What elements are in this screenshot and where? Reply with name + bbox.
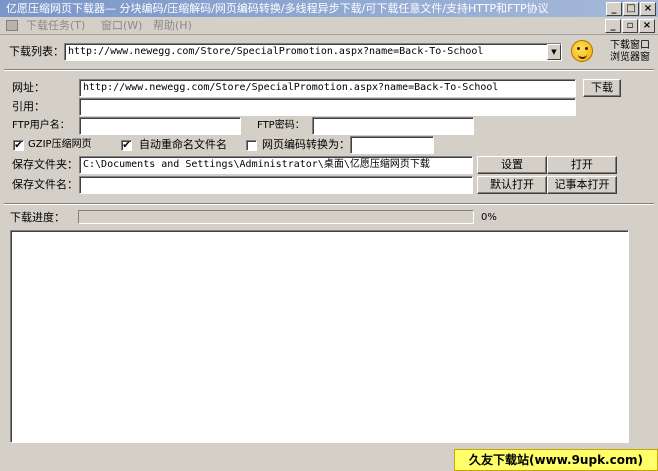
child-close-button[interactable]: × [639,19,655,33]
save-filename-input[interactable] [79,176,473,194]
menu-help[interactable]: 帮助(H) [153,19,192,33]
download-window-label[interactable]: 下载窗口 [610,40,650,52]
log-output-area[interactable] [10,230,629,443]
divider [4,69,654,71]
settings-button[interactable]: 设置 [477,156,547,174]
download-list-select[interactable]: http://www.newegg.com/Store/SpecialPromo… [64,43,562,61]
notepad-open-button[interactable]: 记事本打开 [547,176,617,194]
save-filename-label: 保存文件名： [12,178,78,191]
divider [4,203,654,205]
gzip-label: GZIP压缩网页 [28,139,92,150]
url-label: 网址： [12,81,45,94]
auto-rename-label: 自动重命名文件名 [139,138,227,151]
open-button[interactable]: 打开 [547,156,617,174]
minimize-button[interactable]: _ [606,2,622,16]
window-title: 亿愿压缩网页下载器— 分块编码/压缩解码/网页编码转换/多线程异步下载/可下载任… [6,2,549,15]
menu-bar: 下载任务(T) 窗口(W) 帮助(H) [0,17,658,35]
default-open-button[interactable]: 默认打开 [477,176,547,194]
maximize-button[interactable]: □ [623,2,639,16]
menu-download-tasks[interactable]: 下载任务(T) [26,19,85,33]
app-menu-icon[interactable] [6,20,18,31]
referer-input[interactable] [79,98,576,116]
menu-window[interactable]: 窗口(W) [101,19,142,33]
encoding-label: 网页编码转换为： [262,138,350,151]
ftp-password-label: FTP密码： [257,120,305,131]
close-button[interactable]: × [640,2,656,16]
referer-label: 引用： [12,100,45,113]
ftp-user-input[interactable] [79,117,241,135]
save-folder-input[interactable]: C:\Documents and Settings\Administrator\… [79,156,473,174]
child-minimize-button[interactable]: _ [605,19,621,33]
download-button[interactable]: 下载 [583,79,621,97]
browser-window-label[interactable]: 浏览器窗 [610,52,650,64]
child-restore-button[interactable]: ▫ [622,19,638,33]
url-input[interactable]: http://www.newegg.com/Store/SpecialPromo… [79,79,576,97]
save-folder-label: 保存文件夹： [12,158,78,171]
ftp-password-input[interactable] [312,117,474,135]
progress-bar [78,210,474,224]
encoding-input[interactable] [350,136,434,154]
progress-percent: 0% [481,212,497,223]
chevron-down-icon[interactable]: ▼ [547,44,561,60]
ftp-user-label: FTP用户名： [12,120,70,131]
auto-rename-checkbox[interactable]: ✔ [121,140,132,151]
download-list-label: 下载列表： [9,45,64,58]
gzip-checkbox[interactable]: ✔ [13,140,24,151]
encoding-checkbox[interactable] [246,140,257,151]
title-bar: 亿愿压缩网页下载器— 分块编码/压缩解码/网页编码转换/多线程异步下载/可下载任… [0,0,658,17]
watermark-banner: 久友下载站(www.9upk.com) [454,449,658,471]
progress-label: 下载进度： [10,211,65,224]
smiley-logo-icon[interactable] [571,40,593,62]
